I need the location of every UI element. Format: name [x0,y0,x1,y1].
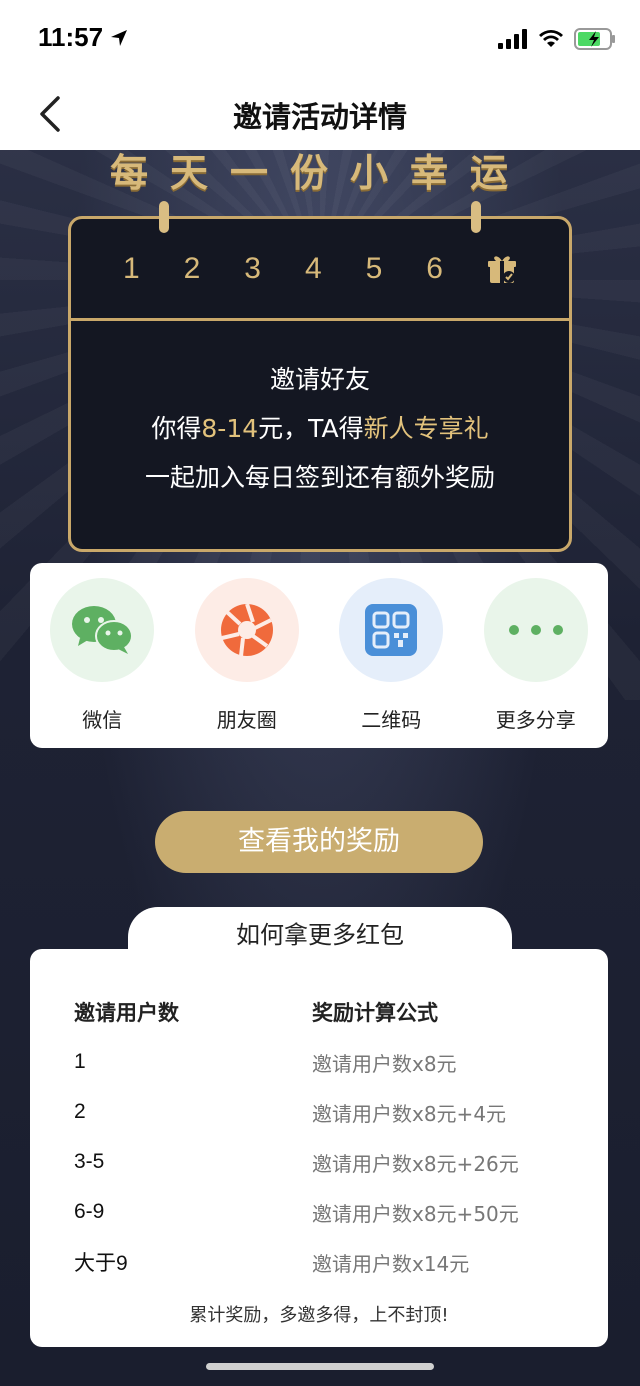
invite-line-3: 一起加入每日签到还有额外奖励 [144,463,495,492]
day-5: 5 [365,251,383,285]
share-moments-button[interactable]: 朋友圈 [187,578,307,748]
status-time: 11:57 [38,22,104,52]
more-icon [508,625,563,635]
formula-cell: 邀请用户数x8元+50元 [312,1201,519,1226]
wifi-icon [539,30,563,47]
header-invite-count: 邀请用户数 [74,1002,179,1025]
battery-charging-icon [574,28,615,50]
invite-count-cell: 大于9 [74,1252,128,1275]
location-arrow-icon [111,29,128,46]
nav-bar: 邀请活动详情 [0,80,640,150]
view-my-rewards-button[interactable]: 查看我的奖励 [155,811,483,873]
share-label: 微信 [82,708,123,732]
rules-note: 累计奖励，多邀多得，上不封顶! [189,1305,449,1326]
table-row: 3-5 邀请用户数x8元+26元 [74,1137,574,1187]
share-qrcode-button[interactable]: 二维码 [331,578,451,748]
formula-cell: 邀请用户数x8元+26元 [312,1151,519,1176]
status-bar: 11:57 [0,0,640,80]
table-row: 2 邀请用户数x8元+4元 [74,1087,574,1137]
header-formula: 奖励计算公式 [312,1001,438,1025]
invite-line-2: 你得8-14元，TA得新人专享礼 [71,404,569,453]
qrcode-icon [365,604,418,656]
page-title: 邀请活动详情 [232,100,407,134]
table-header: 邀请用户数 奖励计算公式 [74,987,574,1037]
home-indicator [206,1363,434,1370]
table-row: 大于9 邀请用户数x14元 [74,1237,574,1287]
calendar-days: 1 2 3 4 5 6 [71,219,569,321]
share-label: 更多分享 [495,708,576,732]
invite-prefix: 你得 [151,414,202,443]
gift-icon [487,255,516,283]
invite-count-cell: 3-5 [74,1150,105,1173]
rules-table: 邀请用户数 奖励计算公式 1 邀请用户数x8元 2 邀请用户数x8元+4元 3-… [74,987,574,1287]
formula-cell: 邀请用户数x14元 [312,1251,470,1276]
wechat-icon [72,606,134,654]
day-3: 3 [244,251,261,285]
moments-icon [220,603,273,657]
day-1: 1 [122,251,140,285]
new-user-gift: 新人专享礼 [363,414,489,443]
rules-card: 邀请用户数 奖励计算公式 1 邀请用户数x8元 2 邀请用户数x8元+4元 3-… [30,949,608,1347]
table-row: 6-9 邀请用户数x8元+50元 [74,1187,574,1237]
slogan: 每天一份小幸运 [109,151,530,195]
invite-description: 邀请好友 你得8-14元，TA得新人专享礼 一起加入每日签到还有额外奖励 [71,321,569,502]
invite-line-1: 邀请好友 [269,365,370,394]
formula-cell: 邀请用户数x8元+4元 [312,1101,507,1126]
invite-count-cell: 6-9 [74,1200,105,1223]
cellular-signal-icon [498,29,527,49]
share-label: 二维码 [361,708,422,732]
invite-mid: 元，TA得 [258,414,364,443]
invite-count-cell: 2 [74,1100,86,1123]
table-row: 1 邀请用户数x8元 [74,1037,574,1087]
day-6: 6 [426,251,443,285]
day-4: 4 [304,251,322,285]
calendar-card: 1 2 3 4 5 6 邀请好友 你得8-14元，TA得新人专享礼 一起加入每日… [68,201,572,552]
day-2: 2 [183,251,201,285]
invite-amount: 8-14 [201,414,259,443]
formula-cell: 邀请用户数x8元 [312,1051,457,1076]
invite-count-cell: 1 [74,1050,86,1073]
share-panel: 微信 朋友圈 二维码 更多分享 [30,563,608,748]
share-more-button[interactable]: 更多分享 [476,578,596,748]
share-wechat-button[interactable]: 微信 [42,578,162,748]
hero-section: 每天一份小幸运 1 2 3 4 5 6 邀请好友 你得8-14元，TA得新人专享… [0,150,640,1386]
share-label: 朋友圈 [216,708,277,732]
